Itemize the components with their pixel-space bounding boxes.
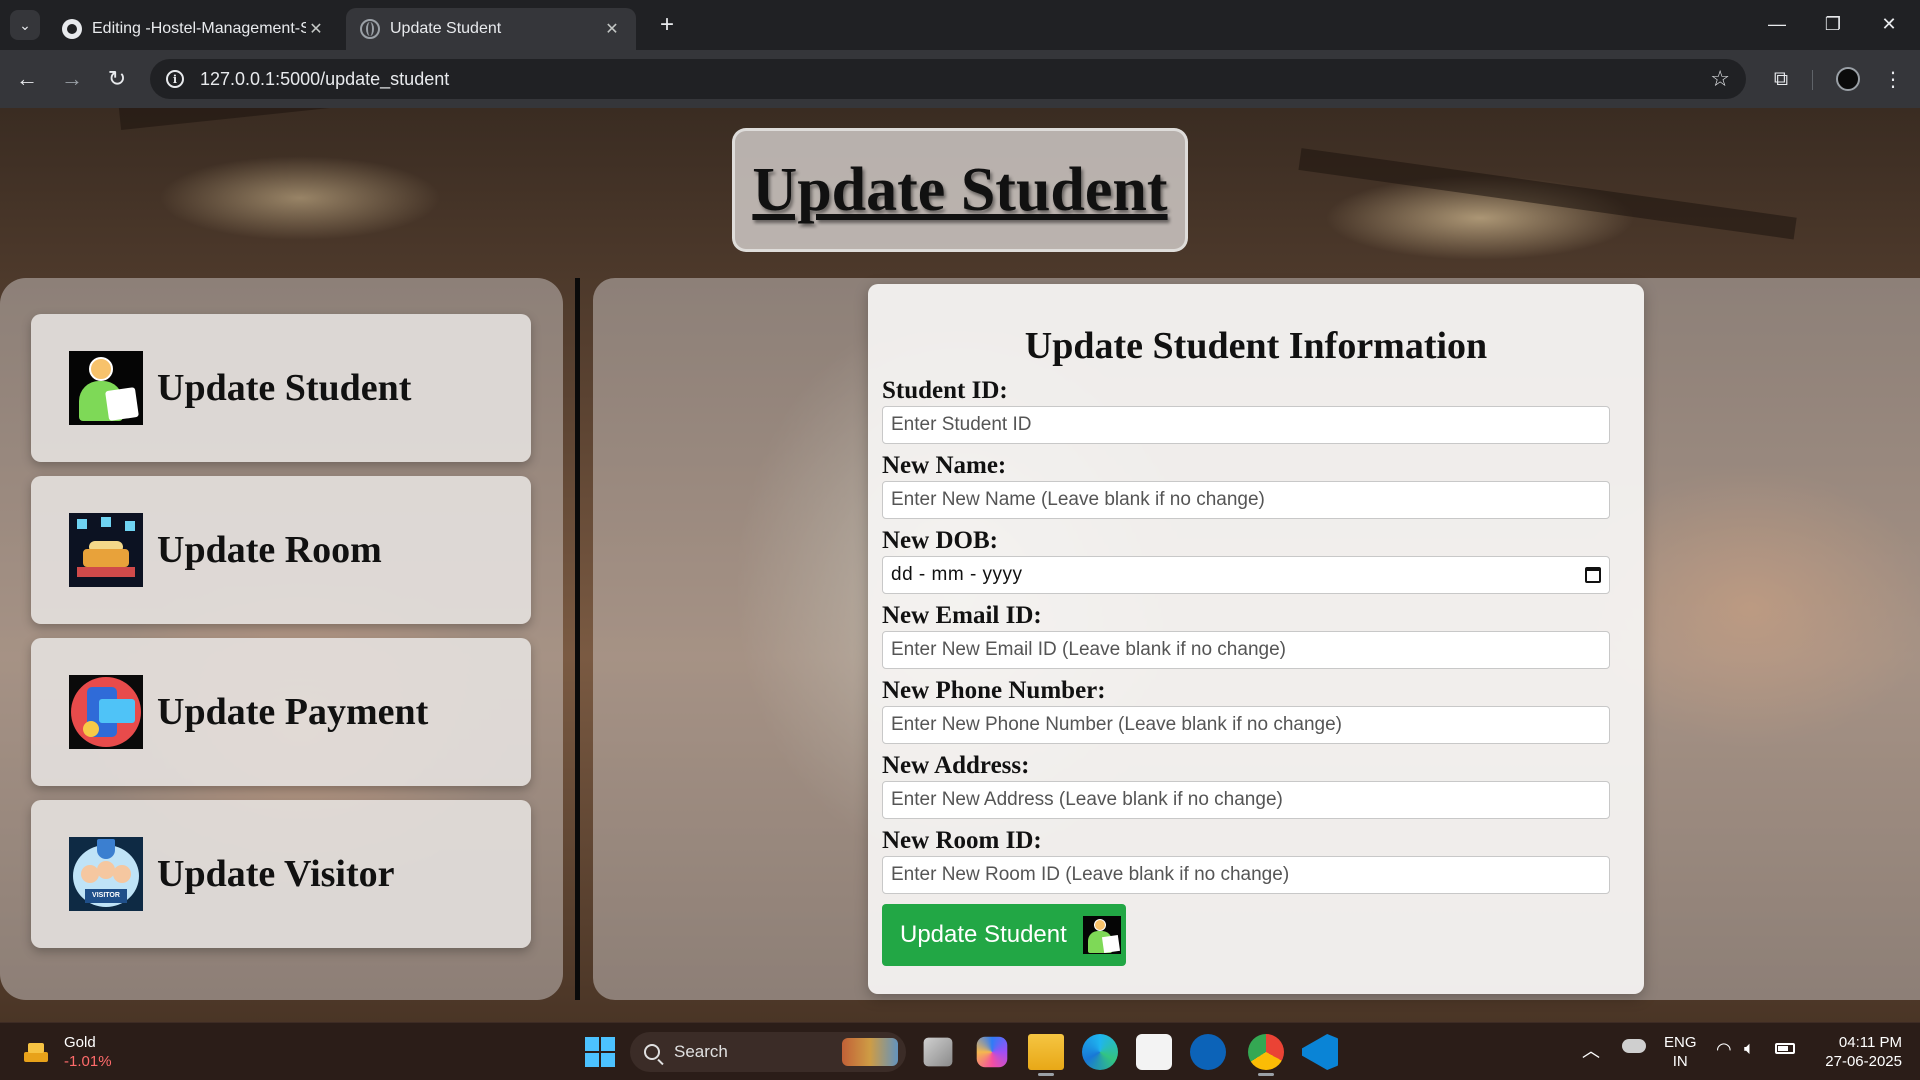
background-beam	[118, 108, 818, 130]
edge-icon[interactable]	[1082, 1034, 1118, 1070]
close-window-button[interactable]: ✕	[1864, 6, 1914, 42]
browser-tab-strip: ⌄ Editing -Hostel-Management-S ✕ Update …	[0, 0, 1920, 50]
sidebar-item-label: Update Visitor	[157, 853, 395, 895]
student-icon	[69, 351, 143, 425]
vscode-icon[interactable]	[1302, 1034, 1338, 1070]
new-tab-button[interactable]: +	[652, 10, 682, 40]
address-bar[interactable]: i 127.0.0.1:5000/update_student ☆	[150, 59, 1746, 99]
new-name-input[interactable]	[882, 481, 1610, 519]
sidebar-item-label: Update Room	[157, 529, 382, 571]
student-icon	[1082, 916, 1121, 954]
windows-start-icon[interactable]	[585, 1037, 615, 1067]
search-label: Search	[674, 1042, 728, 1061]
reload-button[interactable]: ↻	[100, 62, 134, 96]
clock[interactable]: 04:11 PM 27-06-2025	[1810, 1033, 1902, 1071]
menu-kebab-icon[interactable]: ⋮	[1878, 64, 1908, 94]
update-student-button-label: Update Student	[900, 921, 1067, 948]
tab-title: Update Student	[390, 20, 502, 37]
site-info-icon[interactable]: i	[166, 70, 184, 88]
student-id-label: Student ID:	[882, 377, 1008, 404]
browser-toolbar: ← → ↻ i 127.0.0.1:5000/update_student ☆ …	[0, 50, 1920, 108]
forward-button[interactable]: →	[55, 62, 89, 96]
payment-icon	[69, 675, 143, 749]
wifi-icon[interactable]: ◠	[1716, 1039, 1732, 1060]
battery-icon[interactable]	[1775, 1043, 1795, 1054]
sidebar: Update Student Update Room Update Paymen…	[0, 278, 563, 1000]
minimize-button[interactable]: —	[1752, 6, 1802, 42]
update-student-form: Update Student Information Student ID: N…	[868, 284, 1644, 994]
page-title: Update Student	[752, 155, 1168, 224]
calendar-icon[interactable]	[1585, 567, 1601, 583]
dell-icon[interactable]	[1190, 1034, 1226, 1070]
tab-github-editing[interactable]: Editing -Hostel-Management-S ✕	[48, 8, 340, 50]
taskbar-search[interactable]: Search	[630, 1032, 906, 1072]
page-viewport: Update Student Update Student Update Roo…	[0, 108, 1920, 1022]
language-indicator[interactable]: ENG IN	[1664, 1033, 1697, 1071]
clock-time: 04:11 PM	[1838, 1034, 1902, 1051]
student-id-input[interactable]	[882, 406, 1610, 444]
task-view-icon[interactable]	[923, 1037, 953, 1067]
tab-search-button[interactable]: ⌄	[10, 10, 40, 40]
room-icon	[69, 513, 143, 587]
sidebar-item-update-room[interactable]: Update Room	[31, 476, 531, 624]
lang-bottom: IN	[1672, 1053, 1688, 1070]
taskbar: Gold -1.01% Search ︿ ENG IN ◠ 🔈︎ 04:11 P…	[0, 1022, 1920, 1080]
form-heading: Update Student Information	[1024, 325, 1488, 367]
tab-title: Editing -Hostel-Management-S	[92, 20, 306, 37]
background-beam	[1298, 148, 1797, 240]
clock-date: 27-06-2025	[1825, 1053, 1902, 1070]
globe-icon	[360, 19, 380, 39]
close-icon[interactable]: ✕	[306, 19, 326, 39]
new-address-input[interactable]	[882, 781, 1610, 819]
vertical-divider	[575, 278, 580, 1000]
profile-avatar[interactable]	[1836, 67, 1860, 91]
close-icon[interactable]: ✕	[602, 19, 622, 39]
tab-update-student[interactable]: Update Student ✕	[346, 8, 636, 50]
new-dob-input[interactable]: dd - mm - yyyy	[882, 556, 1610, 594]
page-header: Update Student	[732, 128, 1188, 252]
search-highlight-icon	[842, 1038, 898, 1066]
new-email-input[interactable]	[882, 631, 1610, 669]
sidebar-item-update-student[interactable]: Update Student	[31, 314, 531, 462]
widgets-button[interactable]: Gold -1.01%	[22, 1033, 112, 1071]
update-student-button[interactable]: Update Student	[882, 904, 1126, 966]
github-icon	[62, 19, 82, 39]
new-address-label: New Address:	[882, 752, 1030, 779]
back-button[interactable]: ←	[10, 62, 44, 96]
chrome-icon[interactable]	[1248, 1034, 1284, 1076]
new-room-id-label: New Room ID:	[882, 827, 1042, 854]
microsoft-store-icon[interactable]	[1136, 1034, 1172, 1070]
widget-value: -1.01%	[64, 1053, 112, 1070]
url-text: 127.0.0.1:5000/update_student	[200, 68, 450, 89]
new-dob-label: New DOB:	[882, 527, 998, 554]
gold-bars-icon	[22, 1040, 50, 1064]
widget-title: Gold	[64, 1034, 96, 1051]
sidebar-item-update-visitor[interactable]: VISITOR Update Visitor	[31, 800, 531, 948]
new-email-label: New Email ID:	[882, 602, 1042, 629]
sidebar-item-label: Update Student	[157, 367, 412, 409]
sidebar-item-update-payment[interactable]: Update Payment	[31, 638, 531, 786]
dob-placeholder: dd - mm - yyyy	[891, 564, 1023, 585]
toolbar-separator	[1812, 70, 1813, 90]
new-phone-input[interactable]	[882, 706, 1610, 744]
extensions-icon[interactable]: ⧉	[1766, 64, 1796, 94]
new-phone-label: New Phone Number:	[882, 677, 1106, 704]
new-room-id-input[interactable]	[882, 856, 1610, 894]
sidebar-item-label: Update Payment	[157, 691, 429, 733]
visitor-icon: VISITOR	[69, 837, 143, 911]
lang-top: ENG	[1664, 1034, 1697, 1051]
volume-icon[interactable]: 🔈︎	[1744, 1038, 1755, 1059]
file-explorer-icon[interactable]	[1028, 1034, 1064, 1076]
copilot-icon[interactable]	[976, 1036, 1008, 1068]
search-icon	[644, 1044, 660, 1060]
chevron-up-icon[interactable]: ︿	[1582, 1037, 1600, 1063]
onedrive-icon[interactable]	[1622, 1039, 1646, 1053]
restore-button[interactable]: ❐	[1808, 6, 1858, 42]
new-name-label: New Name:	[882, 452, 1007, 479]
bookmark-star-icon[interactable]: ☆	[1710, 66, 1730, 92]
